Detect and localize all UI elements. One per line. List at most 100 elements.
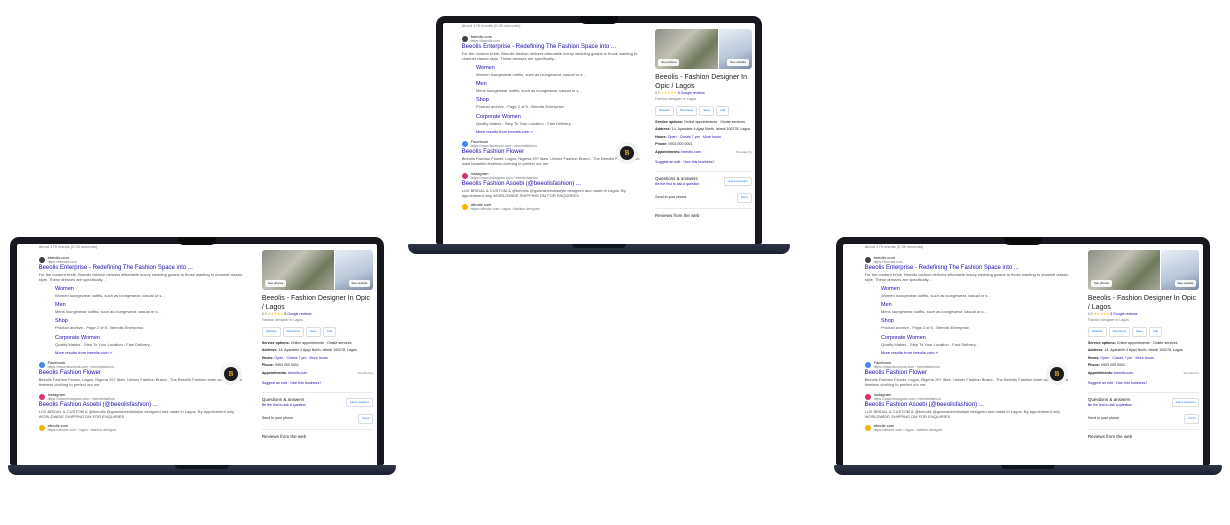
reviews-link[interactable]: 8 Google reviews [284, 312, 311, 316]
reviews-link[interactable]: 8 Google reviews [1110, 312, 1137, 316]
search-result: Instagram https://www.instagram.com › be… [38, 392, 244, 419]
storefront-photo[interactable]: See photos [655, 29, 718, 69]
result-source: Facebook https://www.facebook.com › beeo… [461, 140, 640, 148]
result-title-link[interactable]: Beeolis Enterprise - Redefining The Fash… [865, 264, 1070, 272]
save-button[interactable]: Save [1131, 327, 1147, 337]
sitelink-men[interactable]: Men [476, 81, 640, 88]
map-photo[interactable]: See outside [335, 250, 374, 290]
site-url[interactable]: https://beeolis.com [471, 39, 500, 43]
sitelink-women[interactable]: Women [55, 286, 244, 293]
hours-value[interactable]: Open · Closes 7 pm · More hours [668, 135, 721, 139]
sitelink-men[interactable]: Men [55, 302, 244, 309]
call-button[interactable]: Call [716, 106, 730, 116]
result-title-link[interactable]: Beeolis Fashion Asoebi (@beeolisfashion)… [462, 180, 640, 188]
more-results-link[interactable]: More results from beeolis.com » [55, 350, 244, 357]
website-button[interactable]: Website [1087, 327, 1107, 337]
map-photo[interactable]: See outside [1161, 250, 1200, 290]
rating-stars-icon: ★★★★★ [1093, 312, 1110, 316]
send-button[interactable]: Send [1184, 414, 1200, 424]
storefront-photo[interactable]: See photos [1087, 250, 1161, 290]
hours-value[interactable]: Open · Closes 7 pm · More hours [274, 356, 327, 360]
sitelink-corporate-women[interactable]: Corporate Women [881, 335, 1070, 342]
business-category: Fashion designer in Lagos [655, 96, 697, 101]
site-url[interactable]: https://beeolis.com [48, 260, 77, 264]
site-url[interactable]: https://afrodiz.com › lagos › fashion-de… [48, 428, 117, 432]
qa-subtitle[interactable]: Be the first to ask a question [655, 182, 699, 188]
service-value: Online appointments · Onsite services [290, 340, 352, 345]
send-button[interactable]: Send [736, 193, 752, 203]
save-button[interactable]: Save [305, 327, 321, 337]
qa-subtitle[interactable]: Be the first to ask a question [1088, 403, 1132, 409]
phone-value[interactable]: 0903 000 0001 [1101, 363, 1125, 367]
result-title-link[interactable]: Beeolis Fashion Flower [462, 148, 640, 156]
search-result: afrodiz.com https://afrodiz.com › lagos … [864, 424, 1070, 432]
address-label: Address: [655, 127, 671, 131]
see-photos-button[interactable]: See photos [658, 58, 680, 66]
send-to-phone-label: Send to your phone [1087, 416, 1120, 420]
sitelink-shop[interactable]: Shop [881, 318, 1070, 325]
see-outside-button[interactable]: See outside [727, 58, 749, 66]
sitelink-snippet: Mens loungewear outfits, such as loungew… [475, 88, 582, 94]
qa-subtitle[interactable]: Be the first to ask a question [262, 403, 306, 409]
see-photos-button[interactable]: See photos [1090, 279, 1112, 287]
phone-value[interactable]: 0903 000 0001 [275, 363, 299, 367]
save-button[interactable]: Save [699, 106, 715, 116]
sitelink-shop[interactable]: Shop [476, 97, 640, 104]
suggest-edit-link[interactable]: Suggest an edit · Own this business? [655, 160, 752, 166]
site-url[interactable]: https://afrodiz.com › lagos › fashion-de… [471, 207, 540, 211]
ask-question-button[interactable]: Ask a question [345, 397, 374, 408]
result-title-link[interactable]: Beeolis Fashion Asoebi (@beeolisfashion)… [39, 401, 244, 409]
result-title-link[interactable]: Beeolis Fashion Flower [865, 369, 1070, 377]
directions-button[interactable]: Directions [675, 106, 698, 116]
see-photos-button[interactable]: See photos [264, 279, 286, 287]
sitelink: Women Women loungewear outfits, such as … [55, 286, 244, 298]
result-snippet: LUX BRIDAL & CUSTOM & @beeolis @gownsbee… [461, 187, 626, 198]
sitelink-men[interactable]: Men [881, 302, 1070, 309]
ask-question-button[interactable]: Ask a question [1171, 397, 1200, 408]
result-title-link[interactable]: Beeolis Enterprise - Redefining The Fash… [462, 43, 640, 51]
directions-button[interactable]: Directions [282, 327, 304, 337]
more-results-link[interactable]: More results from beeolis.com » [476, 129, 640, 136]
call-button[interactable]: Call [322, 327, 336, 337]
appointments: Appointments: beeolis.com Provided by [262, 371, 374, 377]
search-result: beeolis.com https://beeolis.com Beeolis … [864, 255, 1070, 357]
search-result: Facebook https://www.facebook.com › beeo… [461, 140, 640, 166]
result-title-link[interactable]: Beeolis Enterprise - Redefining The Fash… [39, 264, 244, 272]
suggest-edit-link[interactable]: Suggest an edit · Own this business? [1088, 381, 1200, 387]
sitelink-women[interactable]: Women [476, 65, 640, 72]
send-button[interactable]: Send [358, 414, 374, 424]
brand-logo-thumbnail[interactable]: B [1046, 363, 1068, 385]
site-url[interactable]: https://beeolis.com [874, 260, 903, 264]
ask-question-button[interactable]: Ask a question [724, 176, 752, 187]
service-value: Online appointments · Onsite services [684, 119, 745, 124]
suggest-edit-link[interactable]: Suggest an edit · Own this business? [262, 381, 374, 387]
hours-value[interactable]: Open · Closes 7 pm · More hours [1100, 356, 1153, 360]
appointments-link[interactable]: beeolis.com [288, 371, 307, 375]
phone-value[interactable]: 0903 000 0001 [668, 142, 692, 146]
brand-logo-thumbnail[interactable]: B [616, 142, 638, 164]
sitelink-shop[interactable]: Shop [55, 318, 244, 325]
sitelink-corporate-women[interactable]: Corporate Women [476, 114, 640, 121]
appointments-link[interactable]: beeolis.com [682, 150, 701, 154]
map-photo[interactable]: See outside [718, 29, 752, 69]
website-button[interactable]: Website [655, 106, 674, 116]
see-outside-button[interactable]: See outside [348, 279, 371, 287]
call-button[interactable]: Call [1148, 327, 1162, 337]
laptop-groove [1001, 465, 1055, 469]
reviews-link[interactable]: 8 Google reviews [678, 91, 705, 95]
divider [655, 170, 752, 171]
sitelink-women[interactable]: Women [881, 286, 1070, 293]
website-button[interactable]: Website [261, 327, 281, 337]
storefront-photo[interactable]: See photos [261, 250, 335, 290]
directions-button[interactable]: Directions [1108, 327, 1130, 337]
result-title-link[interactable]: Beeolis Fashion Flower [39, 369, 244, 377]
more-results-link[interactable]: More results from beeolis.com » [881, 350, 1070, 357]
see-outside-button[interactable]: See outside [1174, 279, 1197, 287]
site-url[interactable]: https://afrodiz.com › lagos › fashion-de… [874, 428, 943, 432]
sitelink-corporate-women[interactable]: Corporate Women [55, 335, 244, 342]
result-title-link[interactable]: Beeolis Fashion Asoebi (@beeolisfashion)… [865, 401, 1070, 409]
send-to-phone-row: Send to your phone Send [262, 414, 374, 424]
appointments-link[interactable]: beeolis.com [1114, 371, 1133, 375]
laptop-lid: About 179 results (0.30 seconds) beeolis… [836, 237, 1210, 465]
brand-logo-thumbnail[interactable]: B [220, 363, 242, 385]
